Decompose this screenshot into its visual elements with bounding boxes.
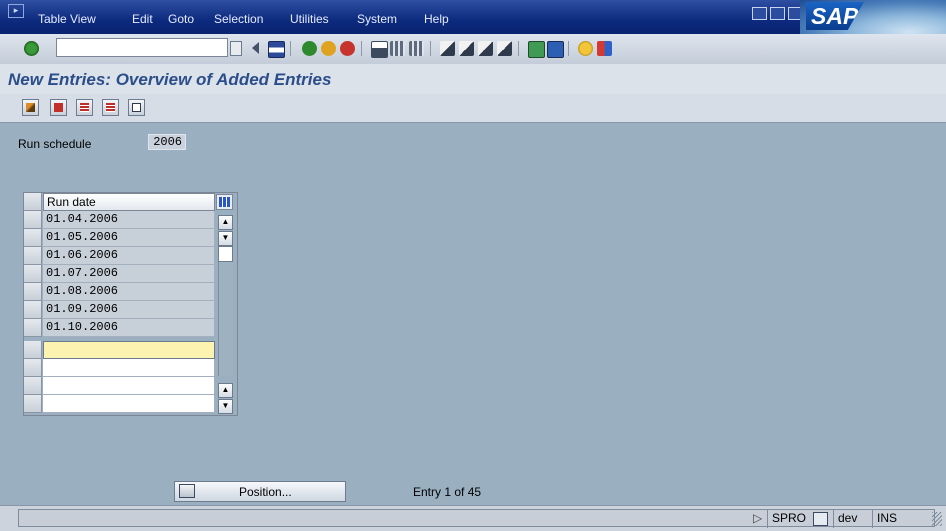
table-row[interactable] (43, 395, 215, 413)
select-all-icon (54, 103, 63, 112)
menu-help[interactable]: Help (424, 12, 449, 26)
page-title: New Entries: Overview of Added Entries (8, 70, 332, 89)
page-down-button[interactable]: ▼ (218, 399, 233, 414)
deselect-button[interactable] (128, 99, 145, 116)
last-page-icon[interactable] (497, 41, 512, 56)
row-selector[interactable] (24, 359, 42, 377)
menu-table-view[interactable]: Table View (38, 12, 96, 26)
toolbar-separator (290, 41, 291, 56)
toolbar-separator (430, 41, 431, 56)
exit-icon[interactable] (321, 41, 336, 56)
maximize-icon[interactable] (770, 7, 785, 20)
print-icon[interactable] (371, 41, 388, 58)
minimize-icon[interactable] (752, 7, 767, 20)
row-selector[interactable] (24, 265, 42, 283)
row-selector[interactable] (24, 395, 42, 413)
application-toolbar (0, 94, 946, 123)
run-date-table: Run date 01.04.2006 01.05.2006 01.06.200… (23, 192, 238, 416)
deselect-all-icon (106, 103, 115, 112)
table-row[interactable]: 01.04.2006 (43, 211, 215, 229)
menu-goto[interactable]: Goto (168, 12, 194, 26)
collapse-toolbar-icon[interactable] (252, 42, 259, 54)
run-schedule-value: 2006 (148, 134, 186, 150)
toolbar-separator (518, 41, 519, 56)
deselect-all-button[interactable] (102, 99, 119, 116)
vertical-scrollbar-track[interactable] (218, 246, 233, 376)
select-block-icon (80, 103, 89, 112)
entry-counter: Entry 1 of 45 (413, 485, 482, 499)
session-info-icon[interactable] (813, 512, 828, 526)
vertical-scrollbar-thumb[interactable] (218, 246, 233, 262)
back-icon[interactable] (302, 41, 317, 56)
row-selector[interactable] (24, 301, 42, 319)
status-bar: ▷ SPRO dev INS (0, 505, 946, 531)
row-selector[interactable] (24, 341, 42, 359)
scroll-down-button[interactable]: ▼ (218, 231, 233, 246)
first-page-icon[interactable] (440, 41, 455, 56)
row-selector[interactable] (24, 283, 42, 301)
position-button[interactable]: Position... (174, 481, 346, 502)
layout-icon[interactable] (597, 41, 612, 56)
status-toggle-icon[interactable]: ▷ (749, 510, 766, 528)
menu-edit[interactable]: Edit (132, 12, 153, 26)
title-bar: New Entries: Overview of Added Entries (0, 64, 946, 94)
table-row[interactable] (43, 359, 215, 377)
find-next-icon[interactable] (409, 41, 424, 56)
next-page-icon[interactable] (478, 41, 493, 56)
cancel-icon[interactable] (340, 41, 355, 56)
resize-grip-icon[interactable] (932, 512, 942, 526)
status-message-area: ▷ SPRO dev INS (18, 509, 935, 528)
position-icon (179, 484, 195, 498)
sap-logo-text: SAP (806, 2, 864, 30)
change-display-button[interactable] (22, 99, 39, 116)
table-row[interactable]: 01.10.2006 (43, 319, 215, 337)
select-all-button[interactable] (50, 99, 67, 116)
select-block-button[interactable] (76, 99, 93, 116)
row-selector[interactable] (24, 319, 42, 337)
row-selector[interactable] (24, 377, 42, 395)
table-grid-glyph (219, 197, 230, 207)
position-button-label: Position... (239, 485, 292, 499)
enter-icon[interactable] (24, 41, 39, 56)
row-selector[interactable] (24, 229, 42, 247)
table-row[interactable]: 01.07.2006 (43, 265, 215, 283)
create-session-icon[interactable] (528, 41, 545, 58)
table-row[interactable]: 01.08.2006 (43, 283, 215, 301)
status-client: dev (833, 510, 861, 528)
toolbar-separator (568, 41, 569, 56)
row-selector[interactable] (24, 247, 42, 265)
save-icon[interactable] (268, 41, 285, 58)
table-row[interactable]: 01.06.2006 (43, 247, 215, 265)
command-field[interactable] (56, 38, 228, 57)
page-up-button[interactable]: ▲ (218, 383, 233, 398)
menu-system[interactable]: System (357, 12, 397, 26)
status-transaction: SPRO (767, 510, 810, 528)
toolbar-separator (361, 41, 362, 56)
scroll-up-button[interactable]: ▲ (218, 215, 233, 230)
table-settings-icon[interactable] (216, 194, 233, 210)
menu-selection[interactable]: Selection (214, 12, 263, 26)
row-selector[interactable] (24, 211, 42, 229)
menu-utilities[interactable]: Utilities (290, 12, 329, 26)
table-row[interactable] (43, 377, 215, 395)
previous-page-icon[interactable] (459, 41, 474, 56)
help-icon[interactable] (578, 41, 593, 56)
select-all-rows-button[interactable] (24, 193, 42, 211)
table-row[interactable]: 01.09.2006 (43, 301, 215, 319)
status-input-mode[interactable]: INS (872, 510, 901, 528)
command-history-icon[interactable] (230, 41, 242, 56)
table-row-active-input[interactable] (43, 341, 215, 359)
table-row[interactable]: 01.05.2006 (43, 229, 215, 247)
column-header-run-date[interactable]: Run date (43, 193, 215, 211)
deselect-icon (132, 103, 141, 112)
run-schedule-label: Run schedule (18, 137, 92, 151)
system-menu-icon[interactable]: ▸ (8, 4, 24, 18)
find-icon[interactable] (390, 41, 405, 56)
shortcut-icon[interactable] (547, 41, 564, 58)
change-display-icon (26, 103, 35, 112)
